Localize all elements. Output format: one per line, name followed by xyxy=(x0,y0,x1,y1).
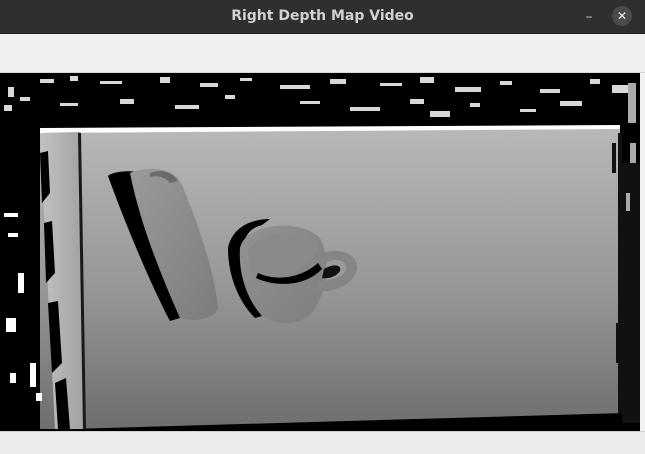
minimize-button[interactable]: – xyxy=(578,6,600,28)
status-bar xyxy=(0,431,645,454)
app-window: Right Depth Map Video – ✕ xyxy=(0,0,645,454)
title-bar[interactable]: Right Depth Map Video – ✕ xyxy=(0,0,645,34)
window-title: Right Depth Map Video xyxy=(231,8,414,24)
close-icon: ✕ xyxy=(616,9,628,23)
toolbar-area xyxy=(0,34,645,73)
depth-map-video xyxy=(0,73,640,431)
minimize-icon: – xyxy=(585,9,593,25)
depth-map-image xyxy=(0,73,640,431)
close-button[interactable]: ✕ xyxy=(612,6,632,26)
window-edge xyxy=(640,73,645,431)
